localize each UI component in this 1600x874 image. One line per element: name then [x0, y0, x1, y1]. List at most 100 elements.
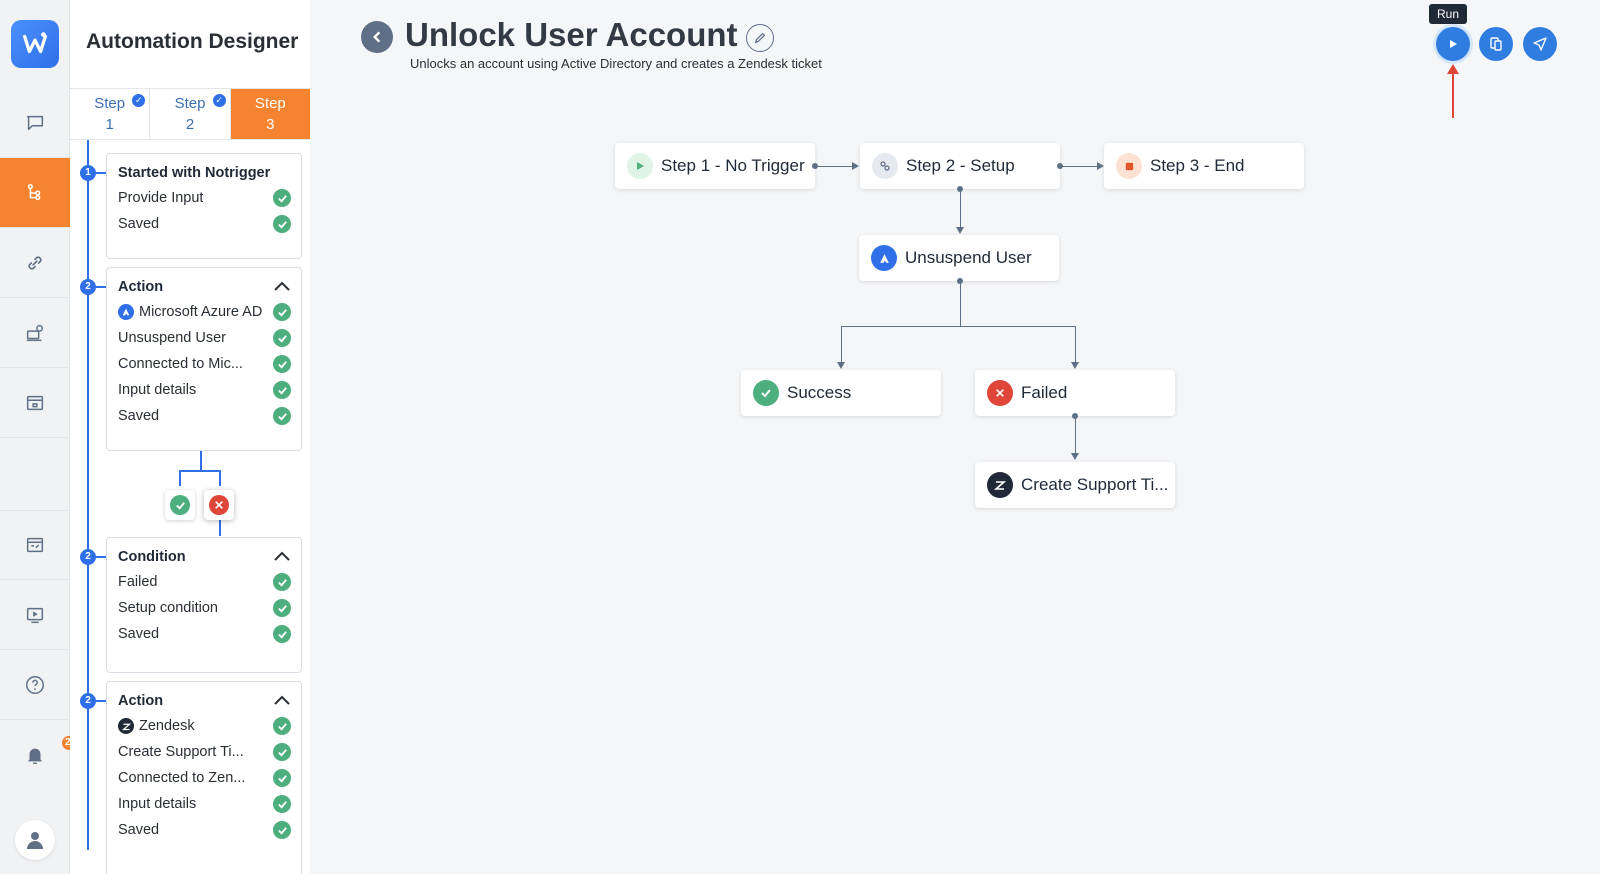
card-row: Saved: [107, 817, 301, 843]
chevron-up-icon[interactable]: [274, 549, 290, 565]
zendesk-icon: [118, 718, 134, 734]
rail-notifications[interactable]: 24: [0, 720, 80, 790]
timeline-line: [87, 140, 89, 850]
card-row: Zendesk: [107, 713, 301, 739]
avatar[interactable]: [15, 820, 55, 860]
app-logo[interactable]: [11, 20, 59, 68]
flow-node-step3[interactable]: Step 3 - End: [1104, 143, 1304, 189]
rail-links[interactable]: [0, 228, 70, 298]
card-row: Saved: [107, 621, 301, 647]
rail-agent[interactable]: [0, 298, 70, 368]
step-tabs: Step 1 ✓ Step 2 ✓ Step 3: [70, 88, 310, 140]
card-row: Connected to Zen...: [107, 765, 301, 791]
card-row: Provide Input: [107, 185, 301, 211]
check-icon: [273, 821, 291, 839]
bell-icon: [27, 748, 43, 764]
back-button[interactable]: [361, 21, 393, 53]
run-button[interactable]: [1436, 27, 1470, 61]
timeline-number: 2: [80, 693, 96, 709]
check-icon: [273, 743, 291, 761]
flow-node-unsuspend[interactable]: Unsuspend User: [859, 235, 1059, 281]
edit-title-button[interactable]: [746, 24, 774, 52]
stop-icon: [1116, 153, 1142, 179]
icon-rail: 24: [0, 0, 80, 874]
rail-forms[interactable]: [0, 510, 70, 580]
archive-icon: [26, 395, 44, 410]
duplicate-button[interactable]: [1479, 27, 1513, 61]
check-badge-icon: ✓: [212, 94, 226, 107]
azure-icon: [118, 304, 134, 320]
success-icon: [170, 495, 190, 515]
chevron-up-icon[interactable]: [274, 693, 290, 709]
flow-node-create-ticket[interactable]: Create Support Ti...: [975, 462, 1175, 508]
zendesk-icon: [987, 472, 1013, 498]
forms-icon: [26, 537, 44, 553]
check-icon: [273, 355, 291, 373]
page-subtitle: Unlocks an account using Active Director…: [410, 56, 822, 71]
close-icon: [209, 495, 229, 515]
card-row: Setup condition: [107, 595, 301, 621]
annotation-arrow: [1447, 64, 1459, 118]
success-icon: [753, 380, 779, 406]
rail-media[interactable]: [0, 580, 70, 650]
play-icon: [1450, 40, 1457, 48]
tab-step-3[interactable]: Step 3: [230, 89, 310, 139]
check-icon: [273, 329, 291, 347]
rail-chat[interactable]: [0, 88, 70, 158]
close-icon: [987, 380, 1013, 406]
workflow-icon: [27, 183, 41, 200]
steps-panel: Automation Designer Step 1 ✓ Step 2 ✓ St…: [70, 0, 310, 874]
card-row: Create Support Ti...: [107, 739, 301, 765]
branch-failed-button[interactable]: [204, 490, 234, 520]
run-tooltip: Run: [1429, 4, 1468, 24]
flow-node-success[interactable]: Success: [741, 370, 941, 416]
setup-icon: [872, 153, 898, 179]
check-icon: [273, 407, 291, 425]
card-title: Condition: [118, 549, 186, 565]
timeline-card-trigger[interactable]: Started with Notrigger Provide Input Sav…: [106, 153, 302, 259]
card-row: Saved: [107, 211, 301, 237]
timeline-card-condition[interactable]: Condition Failed Setup condition Saved: [106, 537, 302, 673]
check-icon: [273, 599, 291, 617]
card-title: Action: [118, 279, 164, 295]
card-row: Unsuspend User: [107, 325, 301, 351]
help-icon: [26, 675, 44, 694]
rail-workflow[interactable]: [0, 158, 70, 228]
check-icon: [273, 189, 291, 207]
check-icon: [273, 303, 291, 321]
flow-node-step1[interactable]: Step 1 - No Trigger: [615, 143, 815, 189]
flow-node-failed[interactable]: Failed: [975, 370, 1175, 416]
tab-step-2[interactable]: Step 2 ✓: [150, 89, 231, 139]
agent-icon: [26, 324, 44, 341]
card-title: Started with Notrigger: [118, 165, 271, 181]
check-icon: [273, 625, 291, 643]
media-icon: [26, 607, 44, 623]
user-icon: [27, 832, 43, 849]
flow-node-step2[interactable]: Step 2 - Setup: [860, 143, 1060, 189]
branch-success-button[interactable]: [165, 490, 195, 520]
rail-archive[interactable]: [0, 368, 70, 438]
card-row: Input details: [107, 377, 301, 403]
check-icon: [273, 573, 291, 591]
publish-button[interactable]: [1523, 27, 1557, 61]
check-icon: [273, 381, 291, 399]
tab-step-1[interactable]: Step 1 ✓: [70, 89, 151, 139]
check-icon: [273, 717, 291, 735]
card-row: Failed: [107, 569, 301, 595]
timeline-card-action-azure[interactable]: Action Microsoft Azure AD Unsuspend User…: [106, 267, 302, 451]
timeline-number: 2: [80, 549, 96, 565]
card-row: Connected to Mic...: [107, 351, 301, 377]
pencil-icon: [754, 32, 766, 44]
check-icon: [273, 795, 291, 813]
chat-icon: [26, 115, 44, 130]
card-title: Action: [118, 693, 164, 709]
timeline-number: 2: [80, 279, 96, 295]
chevron-up-icon[interactable]: [274, 279, 290, 295]
panel-title: Automation Designer: [86, 30, 299, 53]
timeline-number: 1: [80, 165, 96, 181]
link-icon: [28, 255, 42, 270]
rail-help[interactable]: [0, 650, 70, 720]
card-row: Microsoft Azure AD: [107, 299, 301, 325]
timeline-card-action-zendesk[interactable]: Action Zendesk Create Support Ti... Conn…: [106, 681, 302, 874]
azure-icon: [871, 245, 897, 271]
